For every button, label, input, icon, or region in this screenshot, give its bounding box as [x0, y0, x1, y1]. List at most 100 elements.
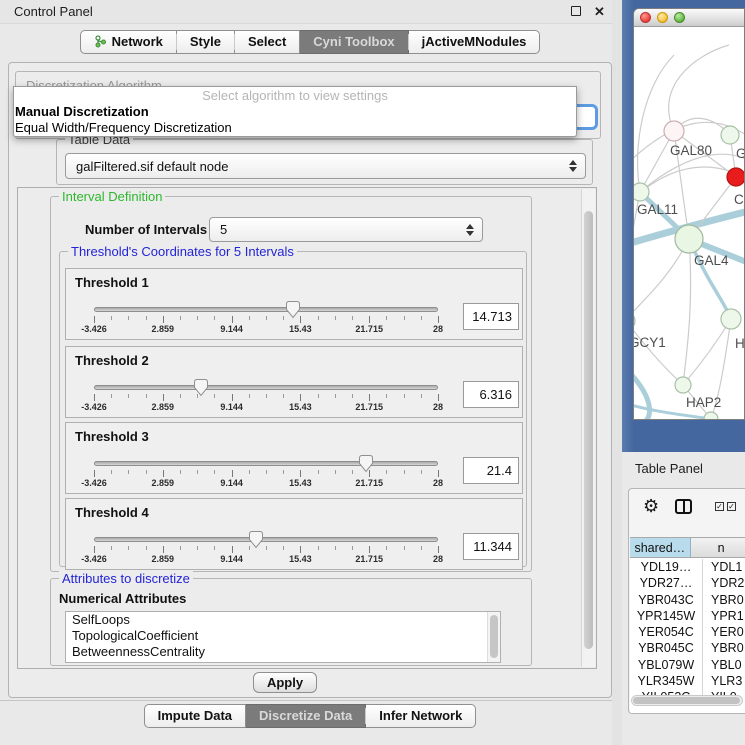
columns-icon[interactable]: [675, 499, 692, 514]
slider-thumb[interactable]: [248, 530, 264, 549]
zoom-traffic-light-icon[interactable]: [674, 12, 685, 23]
apply-button[interactable]: Apply: [253, 672, 317, 693]
tick-label: -3.426: [81, 402, 107, 412]
number-of-intervals-combo[interactable]: 5: [209, 217, 483, 242]
scrollbar-thumb[interactable]: [584, 211, 593, 649]
numerical-attributes-list[interactable]: SelfLoops TopologicalCoefficient Between…: [65, 611, 501, 663]
cell-name[interactable]: YDR2: [703, 575, 744, 591]
table-row[interactable]: YER054CYER0: [630, 624, 745, 640]
cell-shared-name[interactable]: YBR045C: [630, 640, 703, 656]
column-header-shared-name[interactable]: shared…: [630, 538, 691, 557]
cell-shared-name[interactable]: YPR145W: [630, 608, 703, 624]
tab-discretize-data[interactable]: Discretize Data: [246, 704, 366, 728]
tab-network[interactable]: Network: [80, 30, 177, 54]
table-row[interactable]: YBL079WYBL0: [630, 657, 745, 673]
node-hap2[interactable]: [675, 377, 691, 393]
node-label-hap2: HAP2: [686, 395, 721, 410]
tick-label: 28: [433, 478, 443, 488]
node-label-red-node: C: [734, 192, 744, 207]
tab-jactivemnodules[interactable]: jActiveMNodules: [409, 30, 541, 54]
table-data-combo[interactable]: galFiltered.sif default node: [65, 153, 586, 179]
tick-mark: [421, 470, 422, 474]
node-gal11[interactable]: [634, 183, 649, 201]
cell-shared-name[interactable]: YLR345W: [630, 673, 703, 689]
cell-shared-name[interactable]: YER054C: [630, 624, 703, 640]
minimize-traffic-light-icon[interactable]: [657, 12, 668, 23]
tick-mark: [318, 394, 319, 398]
cell-shared-name[interactable]: YDR27…: [630, 575, 703, 591]
table-row[interactable]: YBR045CYBR0: [630, 640, 745, 656]
close-traffic-light-icon[interactable]: [640, 12, 651, 23]
tab-impute-data[interactable]: Impute Data: [144, 704, 246, 728]
tick-mark: [146, 394, 147, 398]
node-gcy1[interactable]: [634, 312, 635, 330]
slider-track[interactable]: [94, 461, 438, 466]
tick-mark: [249, 394, 250, 398]
panel-splitter[interactable]: [612, 0, 622, 745]
tab-cyni-toolbox[interactable]: Cyni Toolbox: [300, 30, 408, 54]
cell-name[interactable]: YPR1: [703, 608, 744, 624]
cell-name[interactable]: YBL0: [703, 657, 742, 673]
cell-shared-name[interactable]: YDL19…: [630, 559, 703, 575]
node-h-node[interactable]: [721, 309, 741, 329]
network-window-titlebar[interactable]: [634, 9, 744, 27]
threshold-value-field[interactable]: 21.4: [463, 457, 519, 484]
threshold-value-field[interactable]: 11.344: [463, 533, 519, 560]
list-item[interactable]: BetweennessCentrality: [66, 644, 500, 660]
tab-style[interactable]: Style: [177, 30, 235, 54]
close-icon[interactable]: ✕: [594, 6, 605, 18]
slider-thumb[interactable]: [358, 454, 374, 473]
tick-mark: [163, 546, 164, 553]
network-canvas[interactable]: GAL80GACGAL11GAL4GCY1HHAP2: [634, 27, 744, 419]
cell-name[interactable]: YBR0: [703, 592, 744, 608]
tick-label: 15.43: [289, 324, 312, 334]
cell-name[interactable]: YDL1: [703, 559, 742, 575]
table-horizontal-scrollbar[interactable]: [631, 695, 743, 706]
threshold-value-field[interactable]: 14.713: [463, 303, 519, 330]
cell-name[interactable]: YER0: [703, 624, 744, 640]
gear-icon[interactable]: ⚙: [643, 497, 659, 515]
scrollbar-thumb[interactable]: [633, 697, 740, 704]
node-label-gal11: GAL11: [637, 202, 678, 217]
cell-name[interactable]: YLR3: [703, 673, 742, 689]
tick-label: 2.859: [152, 324, 175, 334]
slider-track[interactable]: [94, 307, 438, 312]
network-view-window[interactable]: GAL80GACGAL11GAL4GCY1HHAP2: [633, 8, 745, 420]
node-gal80[interactable]: [664, 121, 684, 141]
tick-mark: [300, 470, 301, 477]
table-row[interactable]: YLR345WYLR3: [630, 673, 745, 689]
tab-infer-network[interactable]: Infer Network: [366, 704, 476, 728]
node-label-gal4: GAL4: [694, 253, 729, 268]
tick-mark: [404, 470, 405, 474]
slider-thumb[interactable]: [285, 300, 301, 319]
table-row[interactable]: YDR27…YDR2: [630, 575, 745, 591]
settings-scrollbar[interactable]: [581, 189, 595, 667]
dropdown-option-manual-discretization[interactable]: Manual Discretization: [14, 104, 576, 120]
cell-shared-name[interactable]: YBL079W: [630, 657, 703, 673]
dropdown-placeholder-option[interactable]: Select algorithm to view settings: [14, 87, 576, 104]
tick-mark: [386, 546, 387, 550]
tab-select[interactable]: Select: [235, 30, 300, 54]
slider-track[interactable]: [94, 385, 438, 390]
node-gal4[interactable]: [675, 225, 703, 253]
checkbox-icon[interactable]: ✓: [727, 502, 736, 511]
cell-name[interactable]: YBR0: [703, 640, 744, 656]
table-row[interactable]: YBR043CYBR0: [630, 592, 745, 608]
checkbox-icon[interactable]: ✓: [715, 502, 724, 511]
cell-shared-name[interactable]: YBR043C: [630, 592, 703, 608]
dropdown-option-equal-width-frequency[interactable]: Equal Width/Frequency Discretization: [14, 120, 576, 136]
node-top-right[interactable]: [721, 126, 739, 144]
slider-thumb[interactable]: [193, 378, 209, 397]
node-red-node[interactable]: [727, 168, 744, 186]
table-row[interactable]: YDL19…YDL1: [630, 559, 745, 575]
scrollbar-thumb[interactable]: [490, 615, 498, 658]
list-scrollbar[interactable]: [487, 612, 500, 662]
tick-label: -3.426: [81, 324, 107, 334]
float-window-icon[interactable]: [571, 6, 581, 16]
list-item[interactable]: SelfLoops: [66, 612, 500, 628]
table-row[interactable]: YPR145WYPR1: [630, 608, 745, 624]
slider-track[interactable]: [94, 537, 438, 542]
threshold-value-field[interactable]: 6.316: [463, 381, 519, 408]
list-item[interactable]: TopologicalCoefficient: [66, 628, 500, 644]
column-header-name[interactable]: n: [691, 538, 745, 557]
